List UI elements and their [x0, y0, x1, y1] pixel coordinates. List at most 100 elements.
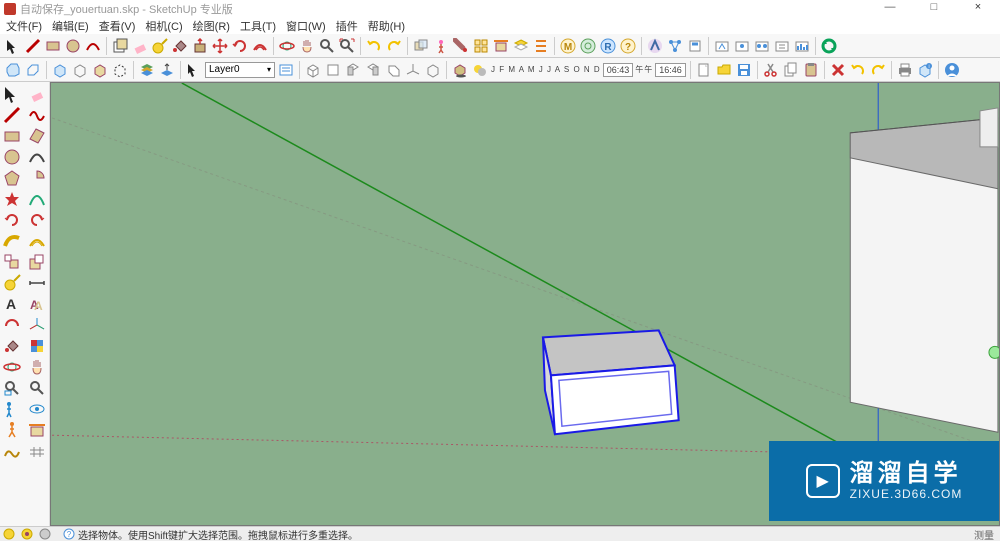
maximize-button[interactable]: □ [916, 1, 952, 17]
person-icon[interactable] [432, 37, 450, 55]
menu-tools[interactable]: 工具(T) [238, 18, 278, 34]
arc-tool-icon[interactable] [27, 147, 47, 167]
help-status-icon[interactable]: ? [62, 527, 76, 541]
warehouse-m-icon[interactable]: M [559, 37, 577, 55]
sandbox-1-icon[interactable] [2, 441, 22, 461]
menu-draw[interactable]: 绘图(R) [191, 18, 232, 34]
menu-edit[interactable]: 编辑(E) [50, 18, 91, 34]
viewport[interactable]: ▶ 溜溜自学 ZIXUE.3D66.COM [50, 82, 1000, 526]
line-tool-icon[interactable] [2, 105, 22, 125]
front-icon[interactable] [344, 61, 362, 79]
shadows-toggle-icon[interactable] [451, 61, 469, 79]
circle-icon[interactable] [64, 37, 82, 55]
user-icon[interactable] [943, 61, 961, 79]
select-icon[interactable] [4, 37, 22, 55]
rotate-ccw-icon[interactable] [2, 210, 22, 230]
back-icon[interactable] [384, 61, 402, 79]
pan-tool-icon[interactable] [27, 357, 47, 377]
component-icon[interactable] [111, 37, 129, 55]
solid-subtract-icon[interactable] [24, 61, 42, 79]
rectangle-icon[interactable] [44, 37, 62, 55]
split-icon[interactable] [91, 61, 109, 79]
podium-1-icon[interactable] [713, 37, 731, 55]
pushpull-icon[interactable] [191, 37, 209, 55]
sandbox-2-icon[interactable] [27, 441, 47, 461]
time-box[interactable]: 16:46 [655, 63, 686, 77]
delete-icon[interactable] [829, 61, 847, 79]
refresh-icon[interactable] [820, 37, 838, 55]
paint-icon-2[interactable] [452, 37, 470, 55]
move-icon[interactable] [211, 37, 229, 55]
menu-file[interactable]: 文件(F) [4, 18, 44, 34]
redo-icon[interactable] [385, 37, 403, 55]
paste-icon[interactable] [802, 61, 820, 79]
position-camera-icon[interactable] [2, 399, 22, 419]
select-tool-icon[interactable] [2, 84, 22, 104]
undo-icon[interactable] [365, 37, 383, 55]
scale-tool-icon[interactable] [2, 252, 22, 272]
redo-2-icon[interactable] [869, 61, 887, 79]
save-icon[interactable] [735, 61, 753, 79]
arc-icon[interactable] [84, 37, 102, 55]
podium-5-icon[interactable] [793, 37, 811, 55]
solid-subtract-tool-icon[interactable] [27, 252, 47, 272]
text-tool-icon[interactable]: A [2, 294, 22, 314]
undo-2-icon[interactable] [849, 61, 867, 79]
rectangle-tool-icon[interactable] [2, 126, 22, 146]
layer-select[interactable]: Layer0 [205, 62, 275, 78]
bezier-tool-icon[interactable] [27, 189, 47, 209]
outer-shell-icon[interactable] [51, 61, 69, 79]
rotate-cw-icon[interactable] [27, 210, 47, 230]
top-icon[interactable] [324, 61, 342, 79]
podium-3-icon[interactable] [753, 37, 771, 55]
section-cut-icon[interactable] [492, 37, 510, 55]
warehouse-help-icon[interactable]: ? [619, 37, 637, 55]
paint-bucket-icon[interactable] [171, 37, 189, 55]
right-icon[interactable] [364, 61, 382, 79]
bottom-icon[interactable] [424, 61, 442, 79]
selected-box[interactable] [543, 330, 679, 434]
layer-stack-icon[interactable] [138, 61, 156, 79]
eraser-icon[interactable] [131, 37, 149, 55]
orbit-icon[interactable] [278, 37, 296, 55]
outliner-icon[interactable] [532, 37, 550, 55]
star-tool-icon[interactable] [2, 189, 22, 209]
zoom-window-icon[interactable] [2, 378, 22, 398]
zoom-extents-icon[interactable] [338, 37, 356, 55]
minimize-button[interactable]: — [872, 1, 908, 17]
geo-icon[interactable] [2, 527, 16, 541]
offset-tool-icon[interactable] [27, 231, 47, 251]
orbit-tool-icon[interactable] [2, 357, 22, 377]
rotate-icon[interactable] [231, 37, 249, 55]
dimension-tool-icon[interactable] [27, 273, 47, 293]
section-plane-icon[interactable] [27, 420, 47, 440]
layer-open-icon[interactable] [158, 61, 176, 79]
walk-icon[interactable] [2, 420, 22, 440]
layers-icon[interactable] [512, 37, 530, 55]
print-icon[interactable] [896, 61, 914, 79]
tape-icon[interactable] [151, 37, 169, 55]
new-icon[interactable] [695, 61, 713, 79]
warehouse-gear-icon[interactable] [579, 37, 597, 55]
model-info-icon[interactable]: i [916, 61, 934, 79]
podium-2-icon[interactable] [733, 37, 751, 55]
date-box[interactable]: 06:43 [603, 63, 634, 77]
menu-help[interactable]: 帮助(H) [366, 18, 407, 34]
shadows-settings-icon[interactable] [471, 61, 489, 79]
copy-icon[interactable] [782, 61, 800, 79]
solid-union-icon[interactable] [4, 61, 22, 79]
3dtext-tool-icon[interactable]: AA [27, 294, 47, 314]
protractor-tool-icon[interactable] [2, 315, 22, 335]
menu-camera[interactable]: 相机(C) [143, 18, 184, 34]
rot-rect-tool-icon[interactable] [27, 126, 47, 146]
menu-window[interactable]: 窗口(W) [284, 18, 328, 34]
sampler-tool-icon[interactable] [27, 336, 47, 356]
tape-tool-icon[interactable] [2, 273, 22, 293]
component-browser-icon[interactable] [472, 37, 490, 55]
close-button[interactable]: × [960, 1, 996, 17]
cut-icon[interactable] [762, 61, 780, 79]
freehand-tool-icon[interactable] [27, 105, 47, 125]
paint-tool-icon[interactable] [2, 336, 22, 356]
vray-a-icon[interactable] [646, 37, 664, 55]
layer-pointer-icon[interactable] [185, 61, 203, 79]
